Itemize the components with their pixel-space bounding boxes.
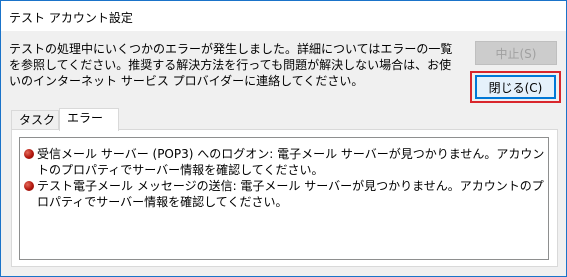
tab-errors[interactable]: エラー (59, 108, 119, 131)
tab-tasks[interactable]: タスク (11, 110, 59, 130)
test-account-settings-dialog: テスト アカウント設定 テストの処理中にいくつかのエラーが発生しました。詳細につ… (0, 0, 567, 277)
status-message: テストの処理中にいくつかのエラーが発生しました。詳細についてはエラーの一覧を参照… (9, 42, 453, 88)
error-dot-icon (24, 149, 34, 159)
errors-tab-panel: 受信メール サーバー (POP3) へのログオン: 電子メール サーバーが見つか… (11, 129, 558, 267)
error-message: 受信メール サーバー (POP3) へのログオン: 電子メール サーバーが見つか… (37, 147, 545, 177)
close-button-highlight: 閉じる(C) (470, 71, 561, 103)
error-message: テスト電子メール メッセージの送信: 電子メール サーバーが見つかりません。アカ… (37, 179, 544, 209)
error-list[interactable]: 受信メール サーバー (POP3) へのログオン: 電子メール サーバーが見つか… (19, 137, 549, 260)
close-button[interactable]: 閉じる(C) (475, 75, 556, 99)
stop-button[interactable]: 中止(S) (475, 41, 557, 65)
title-bar[interactable]: テスト アカウント設定 (1, 1, 566, 31)
window-title: テスト アカウント設定 (9, 11, 133, 25)
error-dot-icon (24, 181, 34, 191)
